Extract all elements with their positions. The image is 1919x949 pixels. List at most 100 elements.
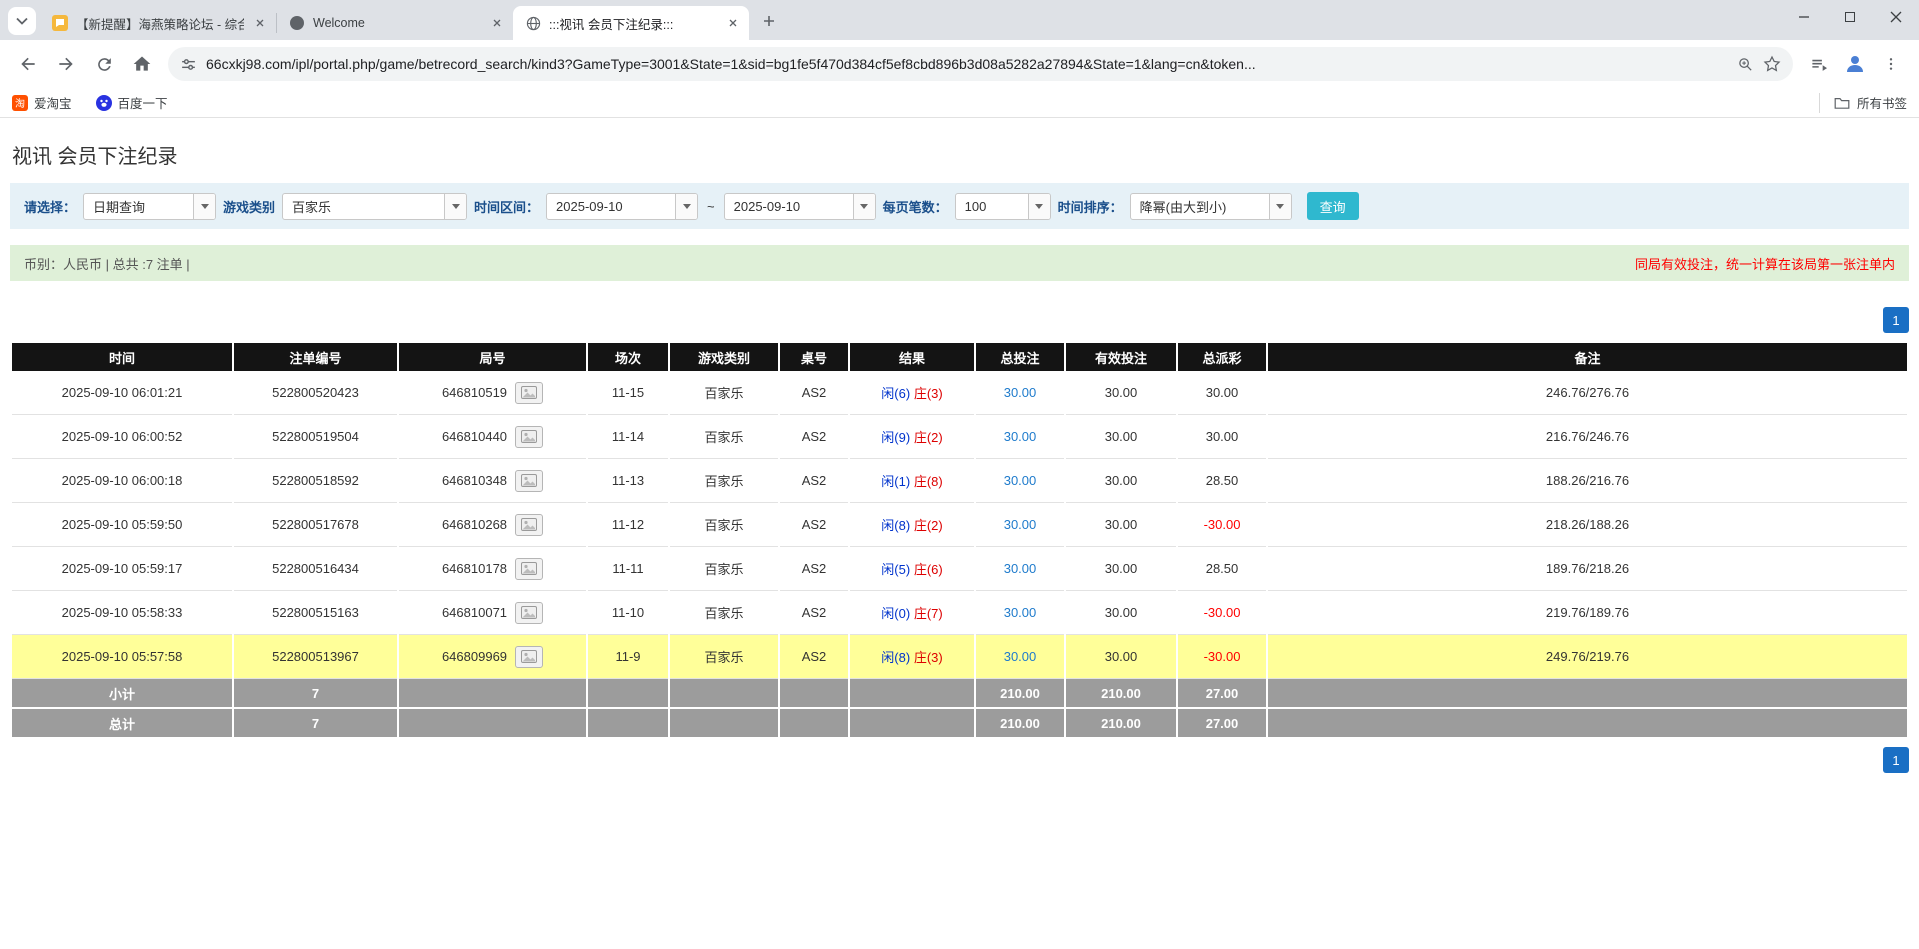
close-window-button[interactable] (1873, 0, 1919, 34)
page-1-button[interactable]: 1 (1883, 307, 1909, 333)
cell-result: 闲(1) 庄(8) (850, 459, 974, 503)
tab-search-button[interactable] (8, 7, 36, 35)
cell-session: 11-15 (588, 371, 668, 415)
cell-result: 闲(6) 庄(3) (850, 371, 974, 415)
round-video-icon[interactable] (515, 514, 543, 536)
round-video-icon[interactable] (515, 382, 543, 404)
back-button[interactable] (10, 46, 46, 82)
window-controls (1781, 0, 1919, 34)
browser-window: 【新提醒】海燕策略论坛 - 综合... Welcome :::视讯 会员下注纪录… (0, 0, 1919, 118)
cell-game-type: 百家乐 (670, 635, 778, 679)
page-title: 视讯 会员下注纪录 (12, 140, 1907, 169)
per-page-label: 每页笔数： (883, 197, 948, 216)
chevron-down-icon (16, 17, 28, 25)
site-settings-tune-icon[interactable] (180, 56, 197, 73)
cell-total-bet: 30.00 (976, 371, 1064, 415)
minimize-button[interactable] (1781, 0, 1827, 34)
cell-table-no: AS2 (780, 503, 848, 547)
reload-button[interactable] (86, 46, 122, 82)
subtotal-payout: 27.00 (1178, 679, 1266, 709)
total-bet-link[interactable]: 30.00 (1004, 473, 1037, 488)
cell-valid-bet: 30.00 (1066, 635, 1176, 679)
sort-order-select[interactable]: 降幂(由大到小) (1130, 193, 1292, 220)
bet-record-row: 2025-09-10 06:00:52522800519504646810440… (12, 415, 1907, 459)
round-id-text: 646809969 (442, 649, 507, 664)
total-count: 7 (234, 709, 397, 739)
chevron-down-icon[interactable] (193, 194, 215, 219)
total-row: 总计 7 210.00 210.00 27.00 (12, 709, 1907, 739)
zoom-icon[interactable] (1737, 56, 1754, 73)
page-1-button[interactable]: 1 (1883, 747, 1909, 773)
forward-arrow-icon (56, 54, 76, 74)
bookmark-taobao[interactable]: 淘 爱淘宝 (12, 93, 72, 112)
per-page-select[interactable]: 100 (955, 193, 1051, 220)
all-bookmarks-button[interactable]: 所有书签 (1819, 93, 1907, 113)
chevron-down-icon[interactable] (675, 194, 697, 219)
total-payout: 27.00 (1178, 709, 1266, 739)
tab-welcome[interactable]: Welcome (277, 6, 513, 40)
bookmark-star-icon[interactable] (1763, 55, 1781, 73)
home-button[interactable] (124, 46, 160, 82)
baidu-icon (96, 95, 112, 111)
sort-order-value: 降幂(由大到小) (1131, 194, 1269, 219)
search-button[interactable]: 查询 (1307, 192, 1359, 220)
chevron-down-icon[interactable] (1028, 194, 1050, 219)
url-text[interactable]: 66cxkj98.com/ipl/portal.php/game/betreco… (206, 56, 1728, 72)
cell-time: 2025-09-10 05:59:17 (12, 547, 232, 591)
pagination-top: 1 (10, 307, 1909, 333)
date-to-select[interactable]: 2025-09-10 (724, 193, 876, 220)
cell-note: 246.76/276.76 (1268, 371, 1907, 415)
forward-button[interactable] (48, 46, 84, 82)
maximize-button[interactable] (1827, 0, 1873, 34)
cell-time: 2025-09-10 06:00:18 (12, 459, 232, 503)
cell-session: 11-9 (588, 635, 668, 679)
chevron-down-icon[interactable] (444, 194, 466, 219)
cell-result: 闲(9) 庄(2) (850, 415, 974, 459)
empty-cell (850, 709, 974, 739)
cell-table-no: AS2 (780, 415, 848, 459)
round-video-icon[interactable] (515, 602, 543, 624)
close-tab-icon[interactable] (489, 15, 505, 31)
total-bet-link[interactable]: 30.00 (1004, 561, 1037, 576)
round-video-icon[interactable] (515, 426, 543, 448)
chevron-down-icon[interactable] (1269, 194, 1291, 219)
cell-total-bet: 30.00 (976, 503, 1064, 547)
total-bet-link[interactable]: 30.00 (1004, 605, 1037, 620)
round-video-icon[interactable] (515, 470, 543, 492)
cell-round-id: 646809969 (399, 635, 586, 679)
total-bet-link[interactable]: 30.00 (1004, 385, 1037, 400)
browser-menu-button[interactable] (1873, 46, 1909, 82)
bookmark-baidu[interactable]: 百度一下 (96, 93, 168, 112)
new-tab-button[interactable] (755, 7, 783, 35)
game-type-select[interactable]: 百家乐 (282, 193, 467, 220)
tab-forum[interactable]: 【新提醒】海燕策略论坛 - 综合... (40, 6, 276, 40)
query-mode-value: 日期查询 (84, 194, 193, 219)
date-from-select[interactable]: 2025-09-10 (546, 193, 698, 220)
banker-result: 庄(3) (914, 386, 943, 401)
address-bar[interactable]: 66cxkj98.com/ipl/portal.php/game/betreco… (168, 47, 1793, 81)
total-bet-link[interactable]: 30.00 (1004, 429, 1037, 444)
cell-table-no: AS2 (780, 371, 848, 415)
total-bet-link[interactable]: 30.00 (1004, 517, 1037, 532)
plus-icon (763, 15, 775, 27)
cell-total-bet: 30.00 (976, 459, 1064, 503)
game-type-value: 百家乐 (283, 194, 444, 219)
cell-bet-id: 522800520423 (234, 371, 397, 415)
round-id-text: 646810178 (442, 561, 507, 576)
banker-result: 庄(2) (914, 518, 943, 533)
round-video-icon[interactable] (515, 646, 543, 668)
cell-bet-id: 522800515163 (234, 591, 397, 635)
cell-time: 2025-09-10 05:59:50 (12, 503, 232, 547)
media-controls-button[interactable] (1801, 46, 1837, 82)
tab-title: 【新提醒】海燕策略论坛 - 综合... (76, 14, 244, 33)
close-tab-icon[interactable] (725, 15, 741, 31)
profile-avatar[interactable] (1839, 48, 1871, 80)
bet-record-row: 2025-09-10 05:57:58522800513967646809969… (12, 635, 1907, 679)
query-mode-select[interactable]: 日期查询 (83, 193, 216, 220)
round-video-icon[interactable] (515, 558, 543, 580)
total-bet-link[interactable]: 30.00 (1004, 649, 1037, 664)
total-valid-bet: 210.00 (1066, 709, 1176, 739)
tab-bet-records[interactable]: :::视讯 会员下注纪录::: (513, 6, 749, 40)
close-tab-icon[interactable] (252, 15, 268, 31)
chevron-down-icon[interactable] (853, 194, 875, 219)
